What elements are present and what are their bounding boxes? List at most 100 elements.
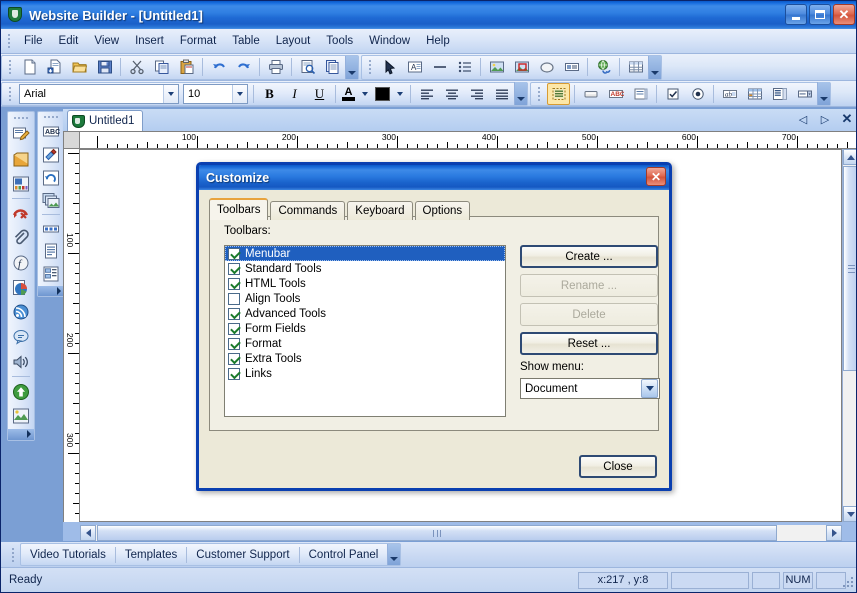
- toolbar-item-checkbox[interactable]: [228, 262, 240, 275]
- scroll-up-button[interactable]: [843, 149, 856, 165]
- form-list-icon[interactable]: [39, 264, 63, 285]
- menu-format[interactable]: Format: [172, 32, 224, 50]
- menu-tools[interactable]: Tools: [318, 32, 361, 50]
- toolbar-item-checkbox[interactable]: [228, 307, 240, 320]
- resize-grip-icon[interactable]: [843, 577, 855, 589]
- standard-toolbar-overflow-chevron-icon[interactable]: [345, 55, 358, 79]
- new-document-icon[interactable]: [18, 56, 41, 78]
- close-button[interactable]: ✕: [833, 4, 855, 25]
- page-properties-icon[interactable]: [321, 56, 344, 78]
- align-right-icon[interactable]: [465, 83, 488, 105]
- scroll-down-button[interactable]: [843, 506, 856, 522]
- mdi-prev-icon[interactable]: ◁: [796, 112, 810, 126]
- attachment-icon[interactable]: [9, 227, 33, 250]
- textarea-icon[interactable]: [629, 83, 652, 105]
- listbox-icon[interactable]: [768, 83, 791, 105]
- menu-edit[interactable]: Edit: [51, 32, 87, 50]
- highlight-color-button[interactable]: [373, 83, 392, 105]
- rss-icon[interactable]: [9, 301, 33, 324]
- minimize-button[interactable]: [785, 4, 807, 25]
- upload-publish-icon[interactable]: [9, 380, 33, 403]
- form-button-icon[interactable]: [579, 83, 602, 105]
- radio-button-icon[interactable]: [686, 83, 709, 105]
- link-templates[interactable]: Templates: [116, 547, 186, 563]
- advanced-toolbar-grip[interactable]: [41, 114, 61, 121]
- mdi-next-icon[interactable]: ▷: [818, 112, 832, 126]
- menu-layout[interactable]: Layout: [268, 32, 319, 50]
- paint-icon[interactable]: [39, 145, 63, 166]
- new-from-template-icon[interactable]: [43, 56, 66, 78]
- font-size-chevron-down-icon[interactable]: [232, 84, 247, 103]
- table-icon[interactable]: [624, 56, 647, 78]
- checkbox-icon[interactable]: [661, 83, 684, 105]
- tab-options[interactable]: Options: [414, 201, 471, 220]
- sound-icon[interactable]: [9, 350, 33, 373]
- link-control-panel[interactable]: Control Panel: [300, 547, 388, 563]
- menu-insert[interactable]: Insert: [127, 32, 172, 50]
- form-toolbar-overflow-chevron-icon[interactable]: [817, 82, 830, 105]
- slideshow-icon[interactable]: [9, 172, 33, 195]
- html-toolbar-overflow-chevron-icon[interactable]: [648, 55, 661, 79]
- banner-icon[interactable]: [560, 56, 583, 78]
- toolbars-list[interactable]: Menubar Standard Tools HTML Tools Align Too…: [224, 245, 506, 417]
- toolbar-item-checkbox[interactable]: [228, 352, 240, 365]
- toolbar-list-item[interactable]: Standard Tools: [225, 261, 505, 276]
- maximize-button[interactable]: [809, 4, 831, 25]
- align-center-icon[interactable]: [440, 83, 463, 105]
- toolbar-list-item[interactable]: Format: [225, 336, 505, 351]
- line-icon[interactable]: [428, 56, 451, 78]
- toolbar-list-item[interactable]: Menubar: [225, 246, 505, 261]
- toolbar-item-checkbox[interactable]: [228, 247, 240, 260]
- link-customer-support[interactable]: Customer Support: [187, 547, 298, 563]
- toolbar-item-checkbox[interactable]: [228, 322, 240, 335]
- show-menu-chevron-down-icon[interactable]: [641, 379, 658, 398]
- highlight-color-chevron-down-icon[interactable]: [394, 83, 406, 105]
- cut-scissors-icon[interactable]: [125, 56, 148, 78]
- layer-icon[interactable]: [9, 147, 33, 170]
- standard-toolbar-grip[interactable]: [6, 58, 14, 76]
- tab-toolbars[interactable]: Toolbars: [209, 198, 269, 220]
- link-video-tutorials[interactable]: Video Tutorials: [21, 547, 115, 563]
- undo-icon[interactable]: [207, 56, 230, 78]
- font-name-chevron-down-icon[interactable]: [163, 84, 178, 103]
- toolbar-item-checkbox[interactable]: [228, 277, 240, 290]
- rotate-icon[interactable]: [39, 168, 63, 189]
- linkbar-overflow-chevron-icon[interactable]: [387, 544, 401, 565]
- tab-commands[interactable]: Commands: [270, 201, 346, 220]
- vertical-scroll-thumb[interactable]: [843, 166, 856, 371]
- scroll-left-button[interactable]: [80, 525, 96, 541]
- comment-icon[interactable]: [9, 326, 33, 349]
- toolbar-list-item[interactable]: HTML Tools: [225, 276, 505, 291]
- dialog-close-button[interactable]: ✕: [646, 167, 666, 186]
- font-color-chevron-down-icon[interactable]: [359, 83, 371, 105]
- text-field-abc-icon[interactable]: ABC: [604, 83, 627, 105]
- extensions-icon[interactable]: [9, 405, 33, 428]
- spellcheck-abc-icon[interactable]: ABC: [39, 122, 63, 143]
- paste-icon[interactable]: [175, 56, 198, 78]
- navbar-icon[interactable]: [39, 218, 63, 239]
- extra-toolbar-grip[interactable]: [11, 114, 31, 122]
- mdi-close-icon[interactable]: ✕: [840, 111, 854, 126]
- form-container-icon[interactable]: [547, 82, 570, 105]
- menubar-grip[interactable]: [5, 32, 13, 50]
- toolbar-item-checkbox[interactable]: [228, 292, 240, 305]
- edit-page-icon[interactable]: [9, 123, 33, 146]
- document-icon[interactable]: [39, 241, 63, 262]
- vertical-scrollbar[interactable]: [842, 149, 856, 522]
- dialog-close-action-button[interactable]: Close: [579, 455, 657, 478]
- hyperlink-globe-icon[interactable]: [592, 56, 615, 78]
- italic-button[interactable]: I: [283, 83, 306, 105]
- advanced-toolbar-overflow-chevron-icon[interactable]: [38, 285, 64, 297]
- dropdown-icon[interactable]: [793, 83, 816, 105]
- font-name-combo[interactable]: Arial: [19, 83, 179, 104]
- pie-chart-icon[interactable]: [9, 276, 33, 299]
- format-toolbar-overflow-chevron-icon[interactable]: [514, 82, 527, 105]
- align-justify-icon[interactable]: [490, 83, 513, 105]
- text-object-icon[interactable]: A: [403, 56, 426, 78]
- horizontal-scrollbar[interactable]: [80, 525, 842, 541]
- document-tab-untitled1[interactable]: Untitled1: [67, 110, 144, 131]
- font-size-combo[interactable]: 10: [183, 83, 248, 104]
- copy-icon[interactable]: [150, 56, 173, 78]
- redo-icon[interactable]: [232, 56, 255, 78]
- list-icon[interactable]: [453, 56, 476, 78]
